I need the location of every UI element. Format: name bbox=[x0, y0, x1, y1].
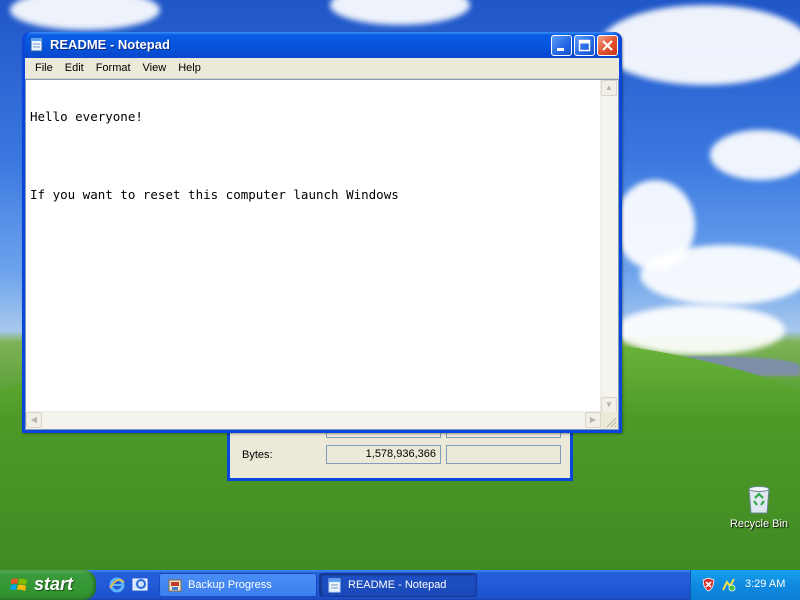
close-button[interactable] bbox=[597, 35, 618, 56]
scroll-left-button[interactable]: ◀ bbox=[26, 412, 42, 428]
clock[interactable]: 3:29 AM bbox=[745, 578, 785, 590]
title-bar[interactable]: README - Notepad bbox=[25, 32, 619, 58]
menu-view[interactable]: View bbox=[137, 60, 173, 76]
menu-file[interactable]: File bbox=[29, 60, 59, 76]
backup-icon bbox=[168, 578, 182, 593]
taskbar-item-notepad[interactable]: README - Notepad bbox=[319, 573, 477, 597]
scroll-down-button[interactable]: ▼ bbox=[601, 397, 617, 413]
notepad-window[interactable]: README - Notepad File Edit Format View H… bbox=[22, 32, 622, 433]
security-alert-icon[interactable] bbox=[701, 577, 716, 592]
recycle-bin-label: Recycle Bin bbox=[729, 518, 789, 530]
cloud bbox=[330, 0, 470, 25]
recycle-bin[interactable]: Recycle Bin bbox=[727, 484, 791, 530]
bytes-label: Bytes: bbox=[242, 449, 273, 461]
taskbar: start Backup Progress README - Notepad 3… bbox=[0, 570, 800, 600]
window-title: README - Notepad bbox=[50, 37, 170, 52]
cloud bbox=[640, 245, 800, 305]
system-tray: 3:29 AM bbox=[690, 570, 800, 600]
cloud bbox=[600, 5, 800, 85]
windows-logo-icon bbox=[10, 577, 28, 593]
notepad-icon bbox=[30, 37, 44, 52]
internet-explorer-icon[interactable] bbox=[108, 576, 126, 594]
scroll-right-button[interactable]: ▶ bbox=[585, 412, 601, 428]
task-label: README - Notepad bbox=[348, 579, 447, 591]
text-line bbox=[30, 149, 399, 162]
show-desktop-icon[interactable] bbox=[131, 576, 149, 594]
cloud bbox=[10, 0, 160, 30]
notepad-icon bbox=[328, 578, 342, 593]
editor-content: Hello everyone! If you want to reset thi… bbox=[30, 84, 399, 227]
menu-edit[interactable]: Edit bbox=[59, 60, 90, 76]
menu-format[interactable]: Format bbox=[90, 60, 137, 76]
recycle-bin-icon bbox=[746, 484, 772, 514]
bytes-value: 1,578,936,366 bbox=[326, 445, 441, 464]
bytes-field-right bbox=[446, 445, 561, 464]
maximize-button[interactable] bbox=[574, 35, 595, 56]
vertical-scrollbar[interactable]: ▲ ▼ bbox=[600, 80, 618, 413]
minimize-button[interactable] bbox=[551, 35, 572, 56]
menu-help[interactable]: Help bbox=[172, 60, 207, 76]
cloud bbox=[710, 130, 800, 180]
network-icon[interactable] bbox=[721, 577, 736, 592]
horizontal-scrollbar[interactable]: ◀ ▶ bbox=[26, 411, 601, 429]
text-editor[interactable]: Hello everyone! If you want to reset thi… bbox=[25, 79, 619, 430]
text-line: If you want to reset this computer launc… bbox=[30, 187, 399, 202]
start-button[interactable]: start bbox=[0, 570, 96, 600]
text-line: Hello everyone! bbox=[30, 109, 143, 124]
resize-grip[interactable] bbox=[601, 412, 618, 429]
scroll-up-button[interactable]: ▲ bbox=[601, 80, 617, 96]
start-label: start bbox=[34, 574, 74, 594]
task-label: Backup Progress bbox=[188, 579, 272, 591]
taskbar-item-backup-progress[interactable]: Backup Progress bbox=[159, 573, 317, 597]
menu-bar: File Edit Format View Help bbox=[25, 58, 619, 79]
